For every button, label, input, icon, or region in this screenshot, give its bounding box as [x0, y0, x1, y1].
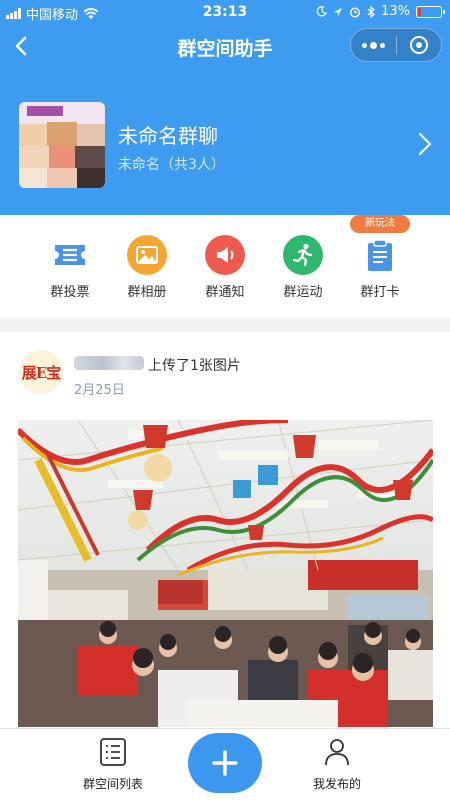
battery-icon — [416, 5, 445, 18]
action-sport[interactable]: 群运动 — [268, 235, 338, 300]
action-album[interactable]: 群相册 — [112, 235, 182, 300]
post-author-name-blurred — [74, 356, 144, 370]
moon-icon — [316, 6, 328, 17]
clipboard-icon — [360, 235, 400, 275]
alarm-icon — [350, 6, 361, 18]
bottom-tab-bar: 群空间列表 我发布的 — [0, 728, 450, 800]
more-dots-icon — [361, 41, 385, 49]
running-person-icon — [283, 235, 323, 275]
action-vote[interactable]: 群投票 — [35, 235, 105, 300]
tab-space-list-label: 群空间列表 — [82, 777, 143, 791]
post-action-text: 上传了1张图片 — [148, 358, 241, 374]
action-checkin-label: 群打卡 — [360, 285, 400, 300]
vote-ticket-icon — [50, 235, 90, 275]
action-sport-label: 群运动 — [283, 285, 323, 300]
nav-bar: 群空间助手 — [0, 24, 450, 68]
post-photo[interactable] — [18, 420, 433, 727]
bluetooth-icon — [367, 5, 376, 18]
close-circle-icon — [409, 36, 428, 54]
more-button[interactable] — [351, 29, 396, 61]
action-vote-label: 群投票 — [50, 285, 90, 300]
group-name: 未命名群聊 — [118, 124, 218, 148]
action-album-label: 群相册 — [127, 285, 167, 300]
action-notice[interactable]: 群通知 — [190, 235, 260, 300]
post-avatar-logo-text: 展E宝 — [21, 363, 61, 382]
event-hall-photo — [18, 420, 433, 727]
person-icon — [325, 739, 349, 766]
plus-icon — [212, 750, 238, 776]
battery-level-fill — [418, 7, 421, 16]
add-post-button[interactable] — [188, 733, 262, 793]
tab-my-posts-label: 我发布的 — [312, 777, 361, 791]
close-button[interactable] — [396, 29, 441, 61]
feature-grid: 群投票 群相册 群通知 群运动 群打卡 新玩法 — [0, 215, 450, 307]
group-card[interactable]: 未命名群聊 未命名（共3人） — [0, 92, 450, 202]
post-author-avatar[interactable]: 展E宝 — [19, 350, 63, 394]
feed-post[interactable]: 展E宝 上传了1张图片 2月25日 — [0, 332, 450, 727]
battery-percent: 13% — [381, 4, 410, 19]
status-right: 13% — [316, 4, 445, 19]
action-checkin[interactable]: 群打卡 — [345, 235, 415, 300]
mini-program-capsule — [350, 28, 442, 62]
location-icon — [334, 7, 343, 16]
group-avatar — [19, 102, 105, 188]
chevron-right-icon — [418, 132, 432, 156]
action-notice-label: 群通知 — [205, 285, 245, 300]
tab-my-posts[interactable]: 我发布的 — [292, 737, 382, 792]
photo-album-icon — [127, 235, 167, 275]
megaphone-icon — [205, 235, 245, 275]
group-subtitle: 未命名（共3人） — [118, 157, 225, 173]
tab-space-list[interactable]: 群空间列表 — [68, 737, 158, 792]
section-divider — [0, 318, 450, 332]
new-feature-badge: 新玩法 — [350, 215, 410, 233]
status-bar: 中国移动 23:13 13% — [0, 0, 450, 24]
post-date: 2月25日 — [74, 383, 125, 398]
list-icon — [100, 738, 126, 766]
